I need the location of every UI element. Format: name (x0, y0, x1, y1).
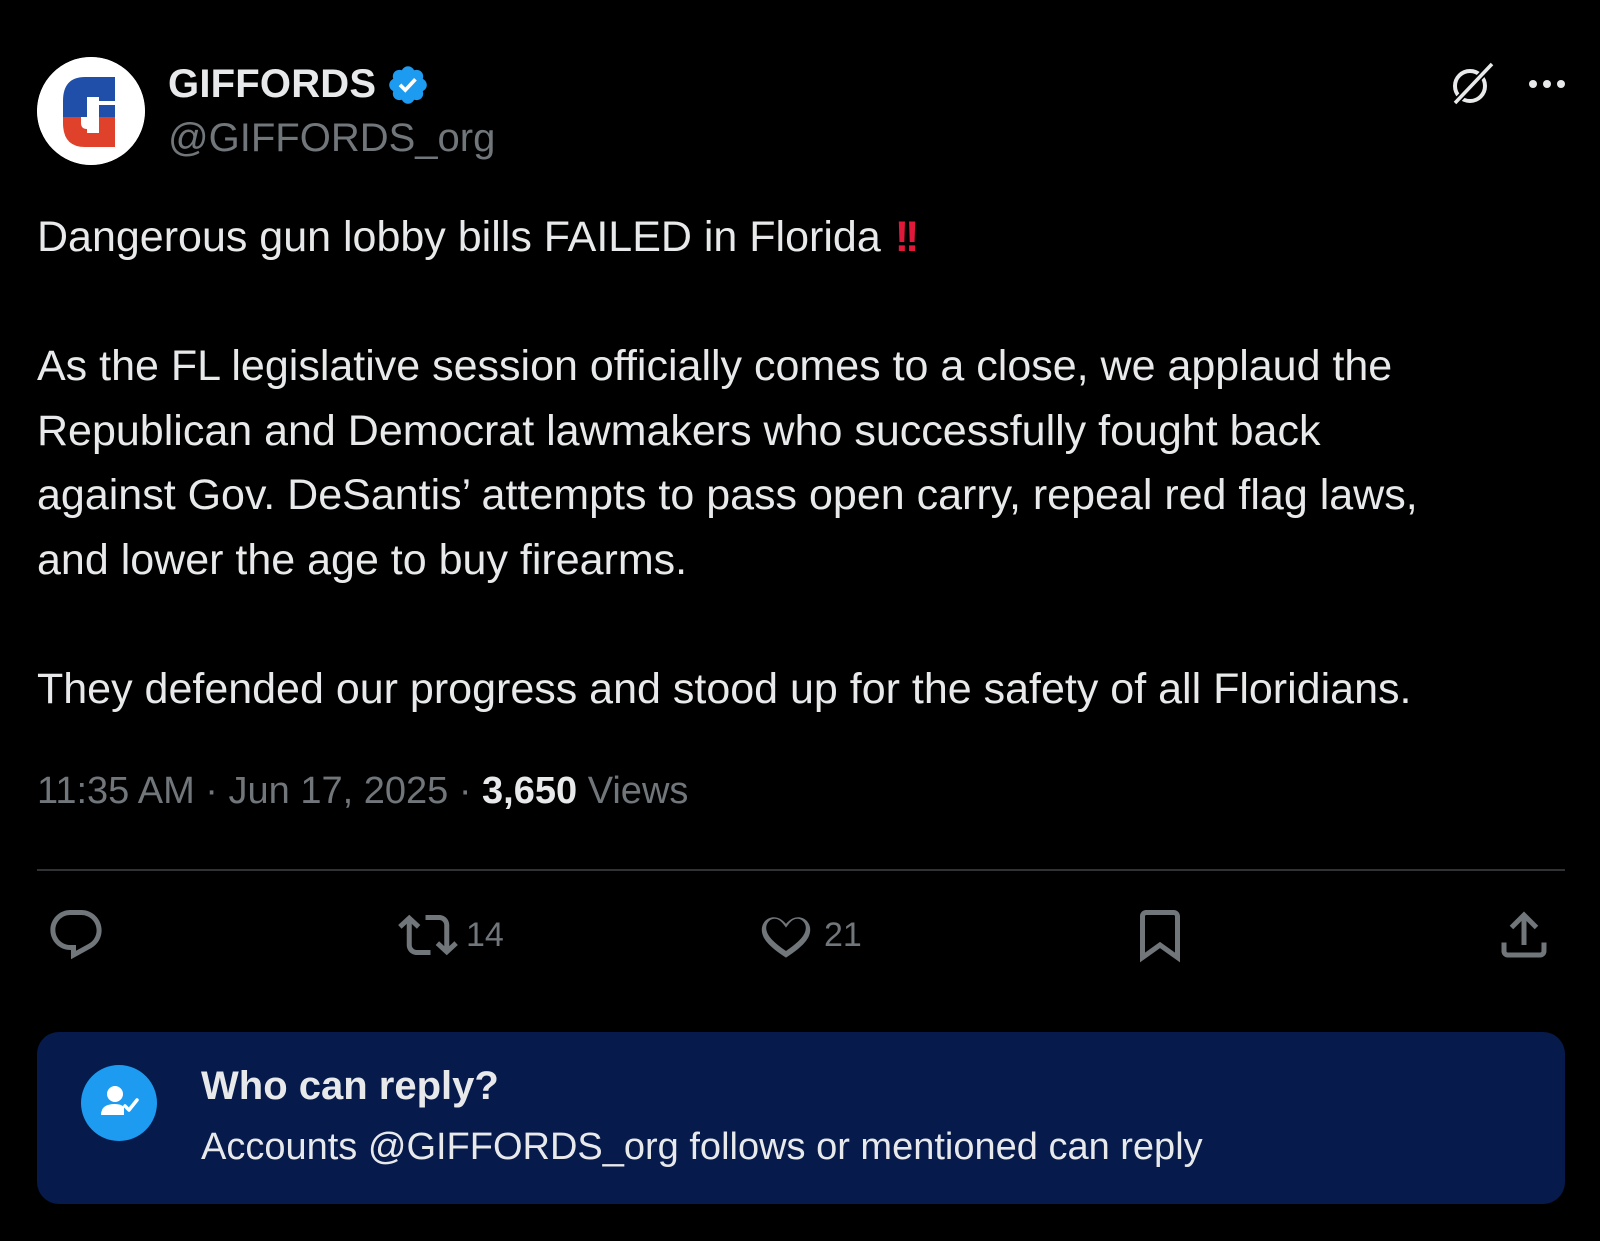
tweet-paragraph-2-line-3: against Gov. DeSantis’ attempts to pass … (37, 471, 1418, 519)
like-icon (761, 917, 811, 958)
reply-settings-title: Who can reply? (201, 1064, 499, 1108)
reply-icon (50, 910, 102, 960)
retweet-button[interactable]: 14 (398, 905, 504, 965)
meta-separator: · (458, 770, 472, 812)
grok-icon[interactable] (1446, 58, 1498, 110)
like-count: 21 (824, 915, 862, 954)
share-button[interactable] (1494, 905, 1554, 965)
bookmark-icon (1140, 910, 1180, 963)
like-button[interactable]: 21 (756, 905, 862, 965)
verified-badge-icon[interactable] (386, 63, 430, 107)
tweet-paragraph-2-line-1: As the FL legislative session officially… (37, 342, 1393, 390)
action-bar: 14 21 (0, 905, 1600, 975)
giffords-logo (37, 57, 145, 165)
tweet-headline: Dangerous gun lobby bills FAILED in Flor… (37, 213, 881, 261)
retweet-count: 14 (466, 915, 504, 954)
tweet-line-1: Dangerous gun lobby bills FAILED in Flor… (37, 205, 1582, 270)
author-handle[interactable]: @GIFFORDS_org (168, 116, 495, 161)
more-icon[interactable] (1524, 61, 1570, 107)
retweet-icon (398, 914, 458, 956)
tweet-meta: 11:35 AM · Jun 17, 2025 · 3,650 Views (37, 770, 688, 813)
divider (37, 869, 1565, 871)
views-count: 3,650 (482, 770, 578, 812)
tweet-paragraph-2-line-4: and lower the age to buy firearms. (37, 535, 688, 584)
share-icon (1501, 911, 1547, 958)
double-exclamation-emoji: !! (894, 213, 920, 261)
person-check-icon (101, 1086, 139, 1115)
reply-settings-description: Accounts @GIFFORDS_org follows or mentio… (201, 1126, 1203, 1168)
tweet-paragraph-2-line-2: Republican and Democrat lawmakers who su… (37, 406, 1321, 455)
author-name-row: GIFFORDS (168, 62, 430, 107)
avatar[interactable] (37, 57, 145, 165)
views-label: Views (587, 770, 689, 812)
bookmark-button[interactable] (1130, 905, 1190, 965)
tweet-paragraph-3: They defended our progress and stood up … (37, 664, 1412, 713)
meta-separator: · (205, 770, 218, 812)
tweet-text: Dangerous gun lobby bills FAILED in Flor… (37, 205, 1582, 721)
tweet-time[interactable]: 11:35 AM (37, 770, 195, 812)
header-actions (1446, 58, 1570, 110)
tweet-date[interactable]: Jun 17, 2025 (229, 770, 449, 812)
reply-settings-icon-circle (81, 1065, 157, 1141)
reply-settings-box: Who can reply? Accounts @GIFFORDS_org fo… (37, 1032, 1565, 1204)
author-display-name[interactable]: GIFFORDS (168, 62, 376, 107)
reply-button[interactable] (46, 905, 114, 965)
